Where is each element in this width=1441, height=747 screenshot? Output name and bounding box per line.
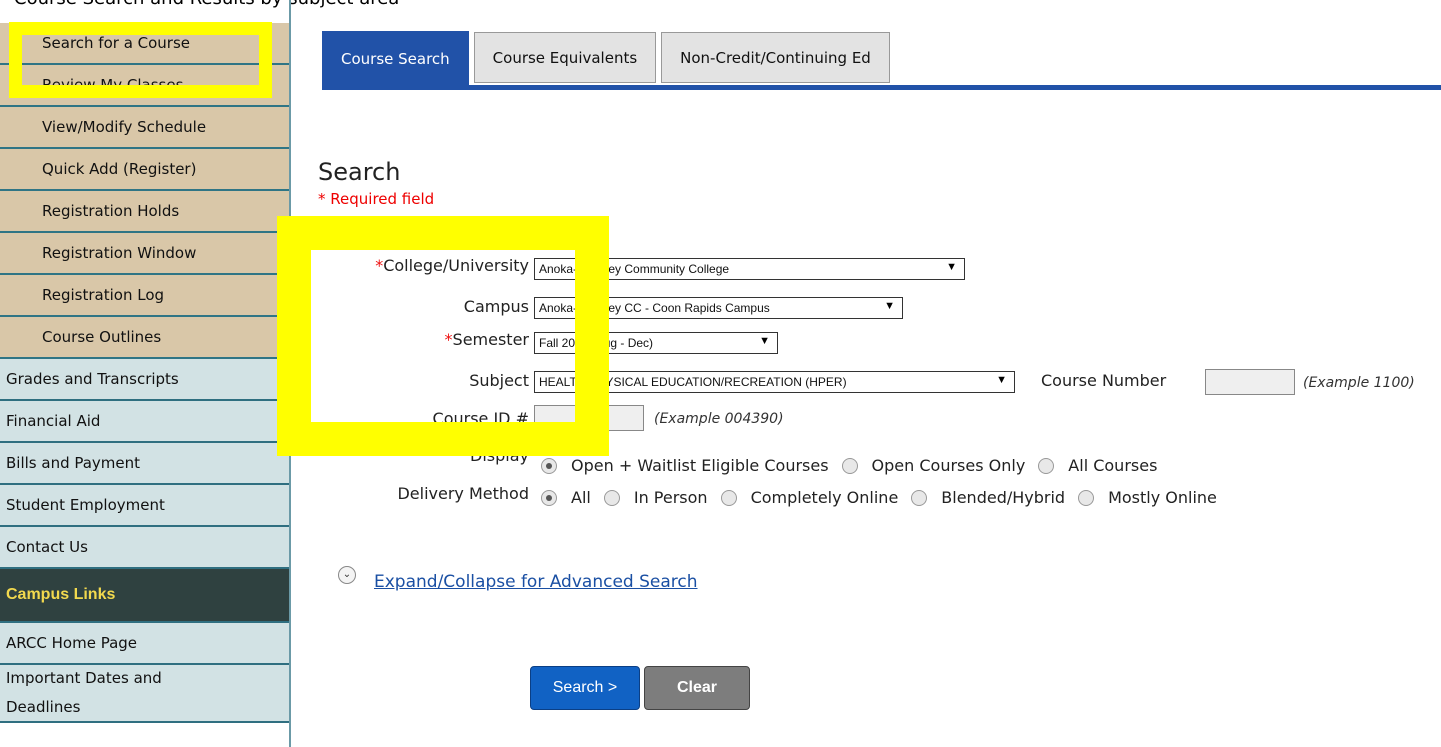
delivery-radio-mostly-online[interactable] bbox=[1078, 489, 1095, 506]
course-number-example: (Example 1100) bbox=[1303, 375, 1415, 391]
display-radio-group: Open + Waitlist Eligible Courses Open Co… bbox=[541, 456, 1170, 475]
tab-course-equivalents[interactable]: Course Equivalents bbox=[473, 32, 657, 83]
sidebar-item-grades-transcripts[interactable]: Grades and Transcripts bbox=[0, 359, 291, 401]
sidebar-item-label: Registration Log bbox=[42, 286, 165, 304]
sidebar-item-registration-holds[interactable]: Registration Holds bbox=[0, 191, 291, 233]
display-radio-open-only[interactable] bbox=[841, 457, 858, 474]
campus-links-header: Campus Links bbox=[0, 569, 291, 623]
delivery-radio-in-person[interactable] bbox=[603, 489, 620, 506]
tab-bar: Course Search Course Equivalents Non-Cre… bbox=[322, 31, 895, 89]
sidebar-item-contact-us[interactable]: Contact Us bbox=[0, 527, 291, 569]
sidebar-item-label: Registration Holds bbox=[42, 202, 180, 220]
page-title: Search bbox=[318, 158, 401, 186]
required-field-note: * Required field bbox=[318, 190, 435, 208]
course-number-label: Course Number bbox=[1041, 371, 1167, 390]
highlight-box-search-course bbox=[9, 22, 272, 98]
display-radio-all[interactable] bbox=[1038, 457, 1055, 474]
delivery-radio-all[interactable] bbox=[541, 489, 557, 506]
campus-links-label: Campus Links bbox=[6, 586, 116, 603]
sidebar-item-label-line1: Important Dates and bbox=[6, 669, 162, 687]
delivery-radio-online[interactable] bbox=[720, 489, 737, 506]
clear-button[interactable]: Clear bbox=[644, 666, 750, 710]
tab-underline bbox=[322, 85, 1441, 90]
sidebar-item-registration-window[interactable]: Registration Window bbox=[0, 233, 291, 275]
sidebar-item-label: Grades and Transcripts bbox=[6, 370, 179, 388]
highlight-box-form-fields bbox=[277, 216, 609, 456]
sidebar-item-label-line2: Deadlines bbox=[6, 698, 81, 716]
sidebar-item-course-outlines[interactable]: Course Outlines bbox=[0, 317, 291, 359]
tab-course-search[interactable]: Course Search bbox=[322, 31, 469, 87]
sidebar-item-label: Bills and Payment bbox=[6, 454, 141, 472]
triangle-down-icon: ▼ bbox=[884, 300, 895, 312]
chevron-down-circle-icon[interactable]: ⌄ bbox=[338, 566, 356, 584]
sidebar-item-label: Quick Add (Register) bbox=[42, 160, 197, 178]
sidebar-item-label: Registration Window bbox=[42, 244, 197, 262]
sidebar-item-bills-payment[interactable]: Bills and Payment bbox=[0, 443, 291, 485]
sidebar-item-view-modify-schedule[interactable]: View/Modify Schedule bbox=[0, 107, 291, 149]
sidebar-item-label: Contact Us bbox=[6, 538, 88, 556]
triangle-down-icon: ▼ bbox=[996, 374, 1007, 386]
course-id-example: (Example 004390) bbox=[654, 411, 784, 427]
display-option-label: All Courses bbox=[1068, 456, 1158, 475]
sidebar-item-label: Financial Aid bbox=[6, 412, 101, 430]
tab-non-credit[interactable]: Non-Credit/Continuing Ed bbox=[661, 32, 890, 83]
course-number-input[interactable] bbox=[1205, 369, 1295, 395]
display-option-label: Open + Waitlist Eligible Courses bbox=[571, 456, 829, 475]
display-option-label: Open Courses Only bbox=[871, 456, 1026, 475]
page-caption: Course Search and Results by subject are… bbox=[14, 0, 399, 9]
display-radio-open-waitlist[interactable] bbox=[541, 457, 557, 474]
sidebar-item-label: Student Employment bbox=[6, 496, 165, 514]
delivery-option-label: Blended/Hybrid bbox=[941, 488, 1066, 507]
sidebar-item-registration-log[interactable]: Registration Log bbox=[0, 275, 291, 317]
advanced-search-link[interactable]: Expand/Collapse for Advanced Search bbox=[374, 572, 698, 592]
sidebar-item-label: ARCC Home Page bbox=[6, 634, 138, 652]
triangle-down-icon: ▼ bbox=[946, 261, 957, 273]
delivery-radio-hybrid[interactable] bbox=[911, 489, 928, 506]
sidebar-item-student-employment[interactable]: Student Employment bbox=[0, 485, 291, 527]
sidebar-item-label: View/Modify Schedule bbox=[42, 118, 207, 136]
delivery-radio-group: All In Person Completely Online Blended/… bbox=[541, 488, 1230, 507]
sidebar-item-quick-add[interactable]: Quick Add (Register) bbox=[0, 149, 291, 191]
sidebar-item-financial-aid[interactable]: Financial Aid bbox=[0, 401, 291, 443]
sidebar-item-arcc-home[interactable]: ARCC Home Page bbox=[0, 623, 291, 665]
search-button[interactable]: Search > bbox=[530, 666, 640, 710]
delivery-option-label: All bbox=[571, 488, 591, 507]
sidebar-nav: Search for a Course Review My Classes Vi… bbox=[0, 23, 291, 723]
sidebar-item-label: Course Outlines bbox=[42, 328, 162, 346]
delivery-option-label: Mostly Online bbox=[1108, 488, 1217, 507]
delivery-option-label: In Person bbox=[633, 488, 708, 507]
delivery-option-label: Completely Online bbox=[750, 488, 899, 507]
sidebar-item-important-dates[interactable]: Important Dates and Deadlines bbox=[0, 665, 291, 723]
triangle-down-icon: ▼ bbox=[759, 335, 770, 347]
delivery-method-label: Delivery Method bbox=[397, 484, 529, 503]
